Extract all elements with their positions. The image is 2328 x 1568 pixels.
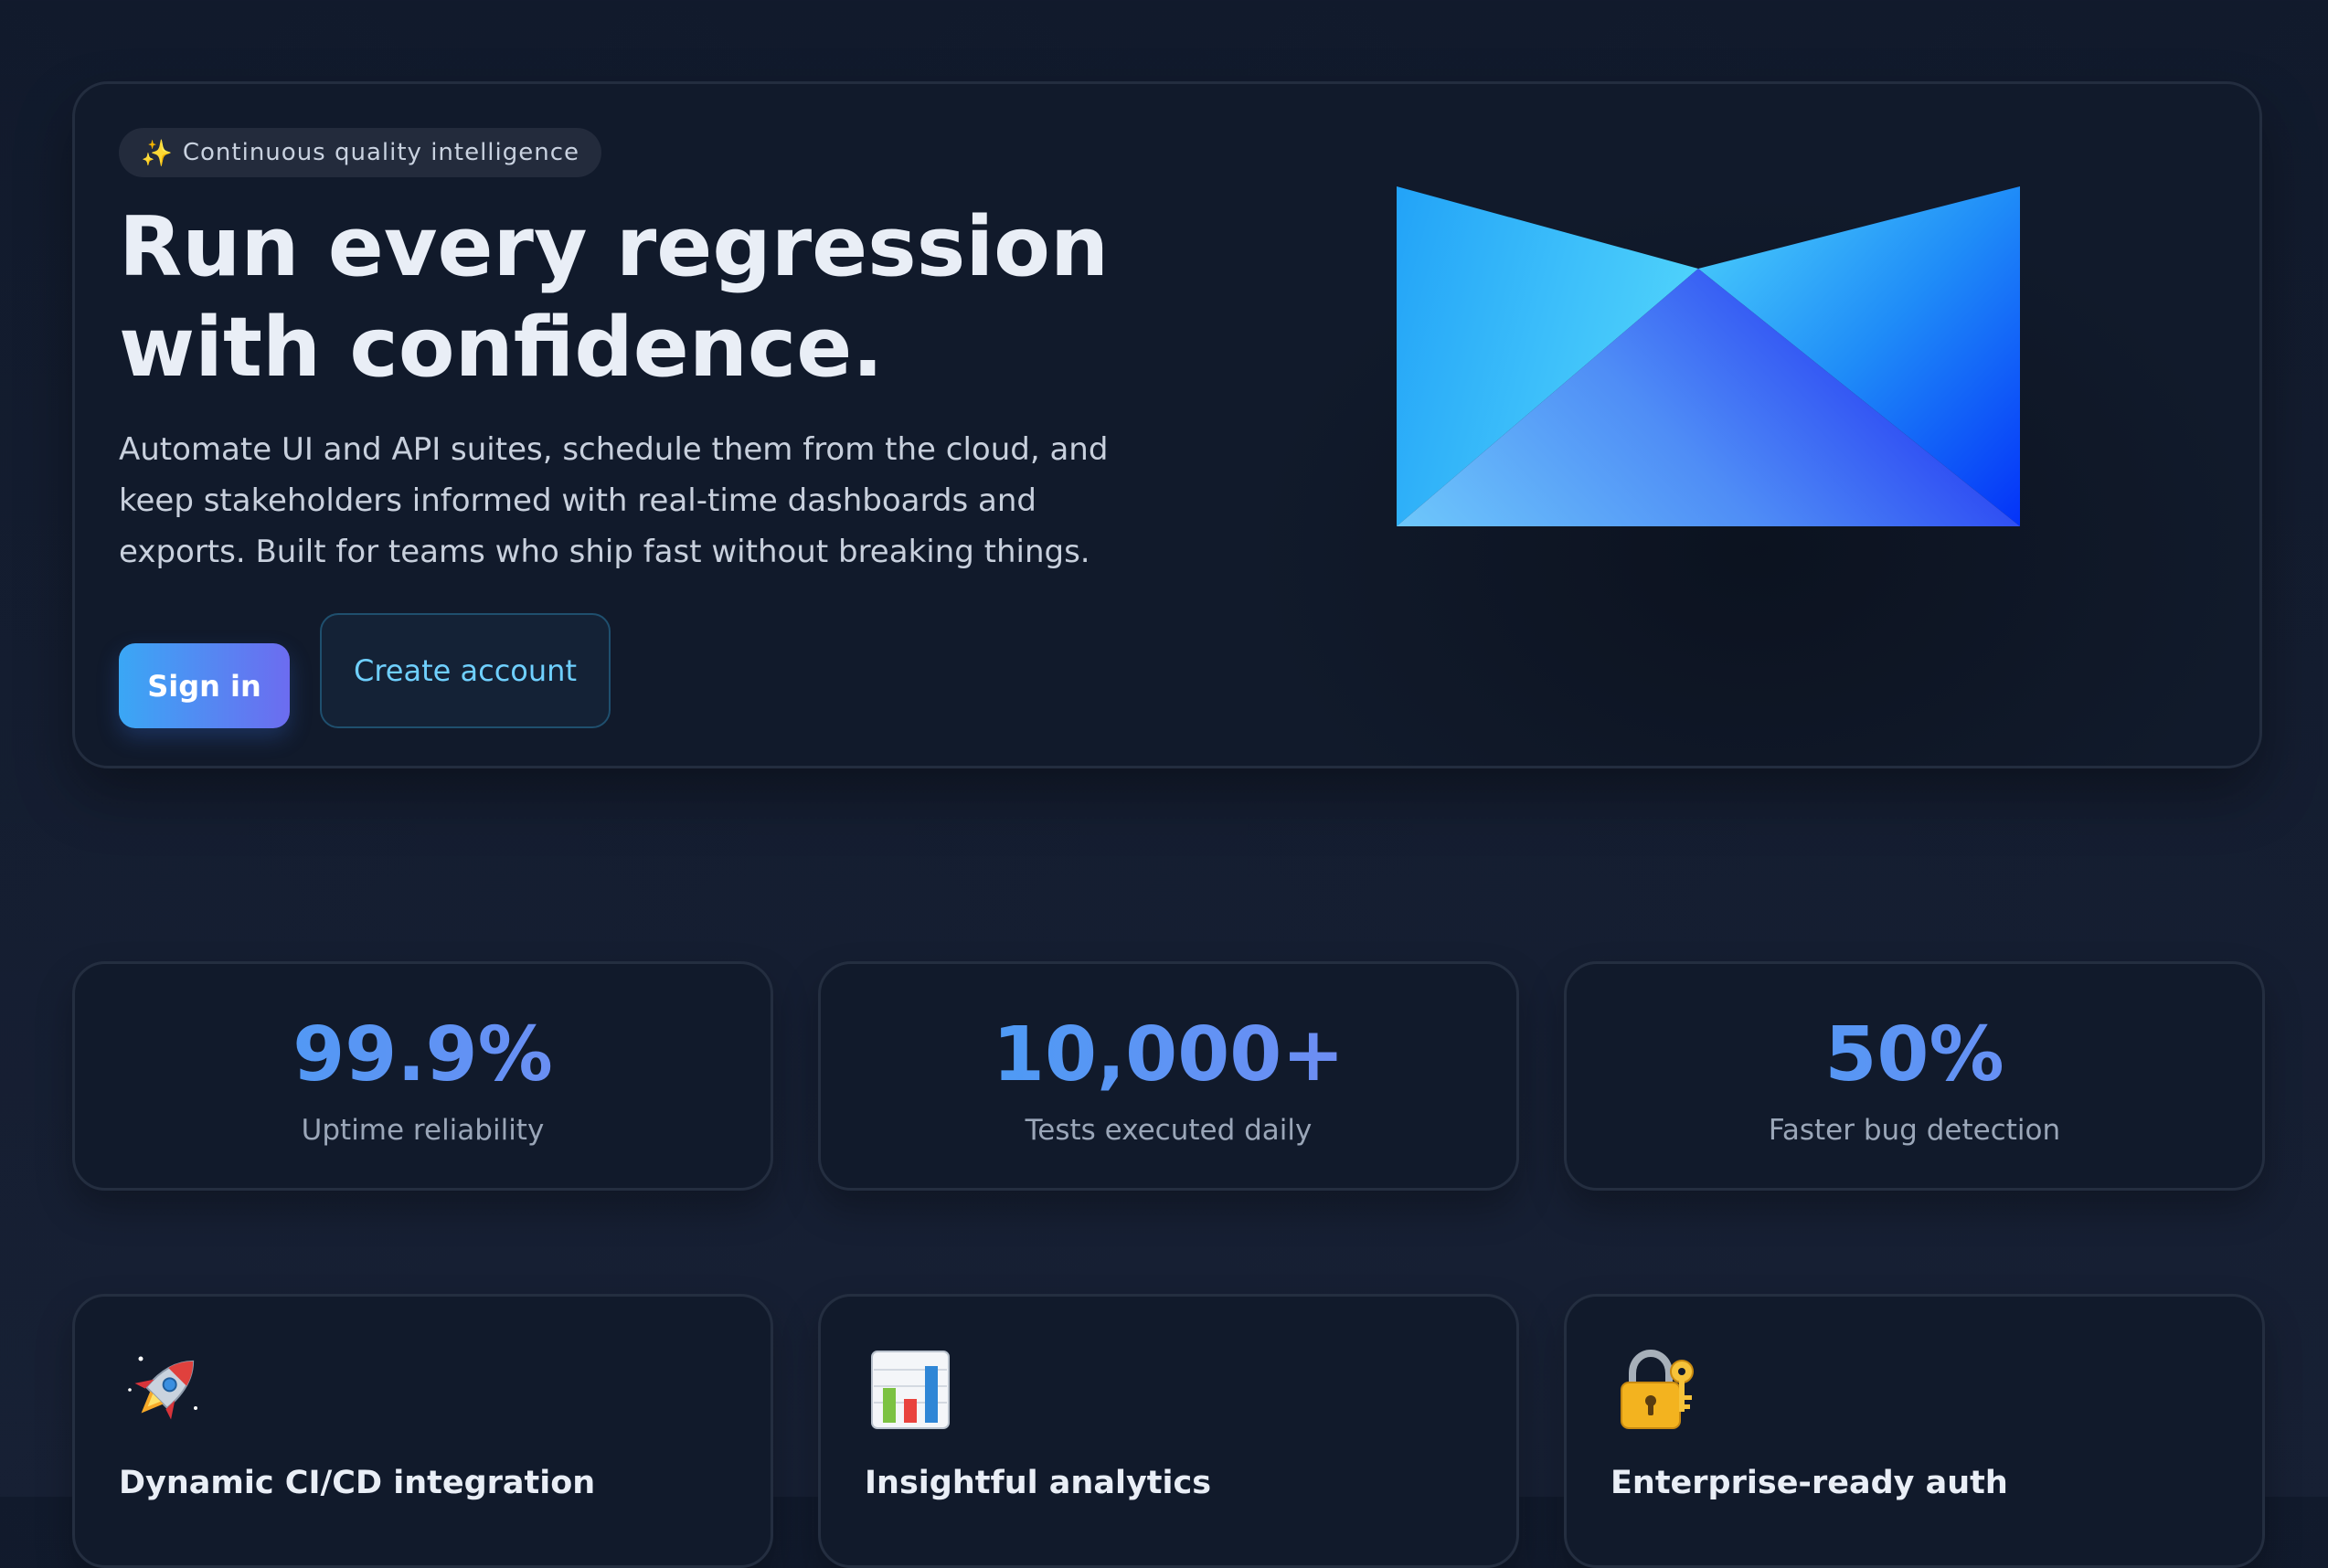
bar-chart-icon: [871, 1351, 950, 1429]
feature-title: Dynamic CI/CD integration: [119, 1465, 596, 1501]
create-account-button[interactable]: Create account: [320, 613, 611, 728]
sparkles-icon: ✨: [141, 137, 174, 168]
hero-title-line-2: with confidence.: [119, 300, 884, 396]
stat-card-bug-detection: 50% Faster bug detection: [1564, 961, 2265, 1191]
stat-label: Faster bug detection: [1768, 1114, 2061, 1147]
feature-card-analytics: Insightful analytics: [818, 1294, 1519, 1568]
tagline-badge: ✨ Continuous quality intelligence: [119, 128, 602, 177]
stat-card-uptime: 99.9% Uptime reliability: [72, 961, 773, 1191]
hero-description-line-2: keep stakeholders informed with real-tim…: [119, 482, 1036, 519]
feature-card-cicd: Dynamic CI/CD integration: [72, 1294, 773, 1568]
feature-card-auth: Enterprise-ready auth: [1564, 1294, 2265, 1568]
hero-description: Automate UI and API suites, schedule the…: [119, 424, 1170, 577]
hero-description-line-1: Automate UI and API suites, schedule the…: [119, 431, 1109, 468]
hero-title: Run every regression with confidence.: [119, 197, 1124, 398]
feature-title: Insightful analytics: [865, 1465, 1212, 1501]
feature-title: Enterprise-ready auth: [1610, 1465, 2008, 1501]
hero-card: ✨ Continuous quality intelligence Run ev…: [72, 81, 2262, 768]
stat-label: Uptime reliability: [301, 1114, 545, 1147]
rocket-icon: [128, 1356, 197, 1420]
tagline-text: Continuous quality intelligence: [182, 139, 580, 166]
hero-title-line-1: Run every regression: [119, 199, 1110, 295]
stat-label: Tests executed daily: [1025, 1114, 1313, 1147]
stat-value: 99.9%: [75, 1010, 771, 1101]
stat-card-tests: 10,000+ Tests executed daily: [818, 961, 1519, 1191]
blue-envelope-icon: [1397, 186, 2020, 526]
hero-description-line-3: exports. Built for teams who ship fast w…: [119, 534, 1090, 570]
sign-in-button[interactable]: Sign in: [119, 643, 290, 728]
stat-value: 50%: [1567, 1010, 2262, 1101]
lock-with-key-icon: [1621, 1349, 1694, 1429]
stat-value: 10,000+: [821, 1010, 1516, 1101]
